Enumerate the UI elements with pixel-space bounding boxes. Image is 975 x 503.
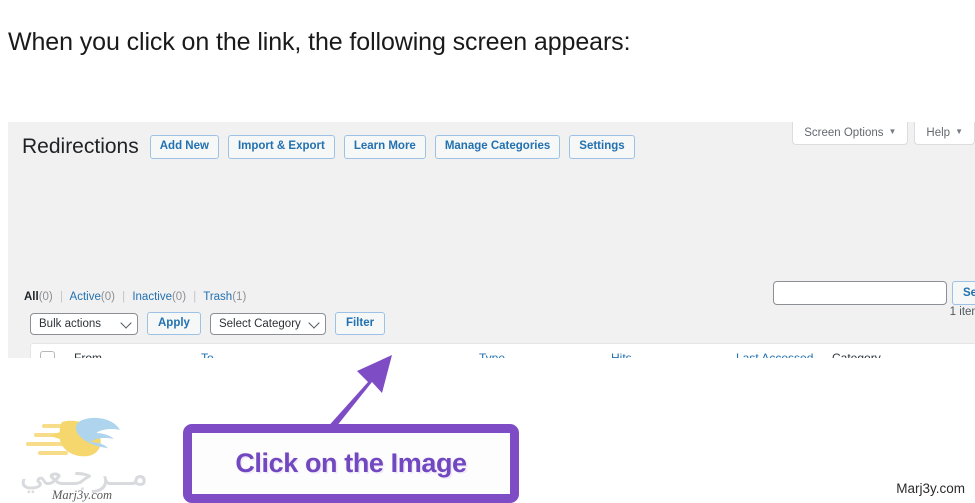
cell-to[interactable]: To — [201, 351, 479, 358]
callout-label: Click on the Image — [235, 448, 467, 478]
cell-hits[interactable]: Hits — [611, 351, 736, 358]
redirections-table: From To Type Hits Last Accessed Category… — [30, 343, 975, 358]
help-label: Help — [926, 127, 951, 139]
status-link-trash[interactable]: Trash — [203, 291, 232, 303]
chevron-down-icon — [308, 316, 320, 329]
brand-arabic-name: مــرجـعي — [19, 454, 149, 493]
table-row[interactable]: From To Type Hits Last Accessed Category — [31, 344, 975, 358]
search-input[interactable] — [773, 281, 947, 305]
status-filter-links: All(0) | Active(0) | Inactive(0) | Trash… — [24, 290, 246, 305]
status-separator: | — [122, 291, 126, 303]
select-category-value: Select Category — [218, 317, 301, 330]
search-box: Search — [773, 281, 975, 305]
tablenav-top: Bulk actions Apply Select Category Filte… — [30, 312, 386, 335]
screen-meta-tabs: Screen Options ▼ Help ▼ — [792, 122, 975, 146]
cell-last-accessed[interactable]: Last Accessed — [736, 351, 832, 358]
page-intro-heading: When you click on the link, the followin… — [8, 28, 631, 56]
learn-more-button[interactable]: Learn More — [343, 134, 426, 159]
import-export-button[interactable]: Import & Export — [227, 134, 335, 159]
cell-from: From — [74, 351, 102, 358]
screen-options-tab[interactable]: Screen Options ▼ — [792, 122, 909, 145]
apply-button-top[interactable]: Apply — [147, 312, 201, 335]
page-title-row: Redirections Add New Import & Export Lea… — [22, 133, 635, 160]
status-link-active[interactable]: Active — [70, 291, 101, 303]
search-button[interactable]: Search — [952, 281, 975, 305]
status-separator: | — [193, 291, 197, 303]
row-checkbox[interactable] — [40, 350, 55, 358]
callout-inner-panel: Click on the Image — [192, 433, 510, 494]
cell-category: Category — [832, 351, 881, 358]
manage-categories-button[interactable]: Manage Categories — [434, 134, 561, 159]
bulk-actions-value: Bulk actions — [39, 317, 102, 330]
chevron-down-icon: ▼ — [888, 127, 897, 136]
status-count-active: (0) — [100, 291, 115, 303]
cell-type[interactable]: Type — [479, 351, 611, 358]
add-new-button[interactable]: Add New — [149, 134, 219, 159]
watermark: Marj3y.com — [896, 481, 965, 496]
screen-options-label: Screen Options — [804, 127, 884, 139]
status-count-trash: (1) — [232, 291, 247, 303]
filter-button-top[interactable]: Filter — [334, 312, 386, 335]
brand-url: Marj3y.com — [51, 488, 113, 502]
item-count-top: 1 item — [949, 306, 975, 318]
click-on-image-callout: Click on the Image — [183, 424, 519, 503]
chevron-down-icon: ▼ — [955, 127, 963, 136]
bulk-actions-select-top[interactable]: Bulk actions — [30, 312, 138, 335]
help-tab[interactable]: Help ▼ — [914, 122, 975, 145]
wordpress-admin-screenshot: Screen Options ▼ Help ▼ Redirections Add… — [8, 122, 975, 358]
status-separator: | — [59, 291, 63, 303]
page-title: Redirections — [22, 135, 139, 158]
status-count-all: (0) — [38, 291, 53, 303]
brand-logo: مــرجـعي Marj3y.com — [4, 412, 160, 502]
chevron-down-icon — [120, 316, 132, 329]
settings-button[interactable]: Settings — [569, 134, 635, 159]
status-count-inactive: (0) — [171, 291, 187, 303]
status-link-all[interactable]: All — [24, 291, 39, 303]
status-link-inactive[interactable]: Inactive — [132, 291, 172, 303]
select-category-select-top[interactable]: Select Category — [209, 312, 326, 335]
